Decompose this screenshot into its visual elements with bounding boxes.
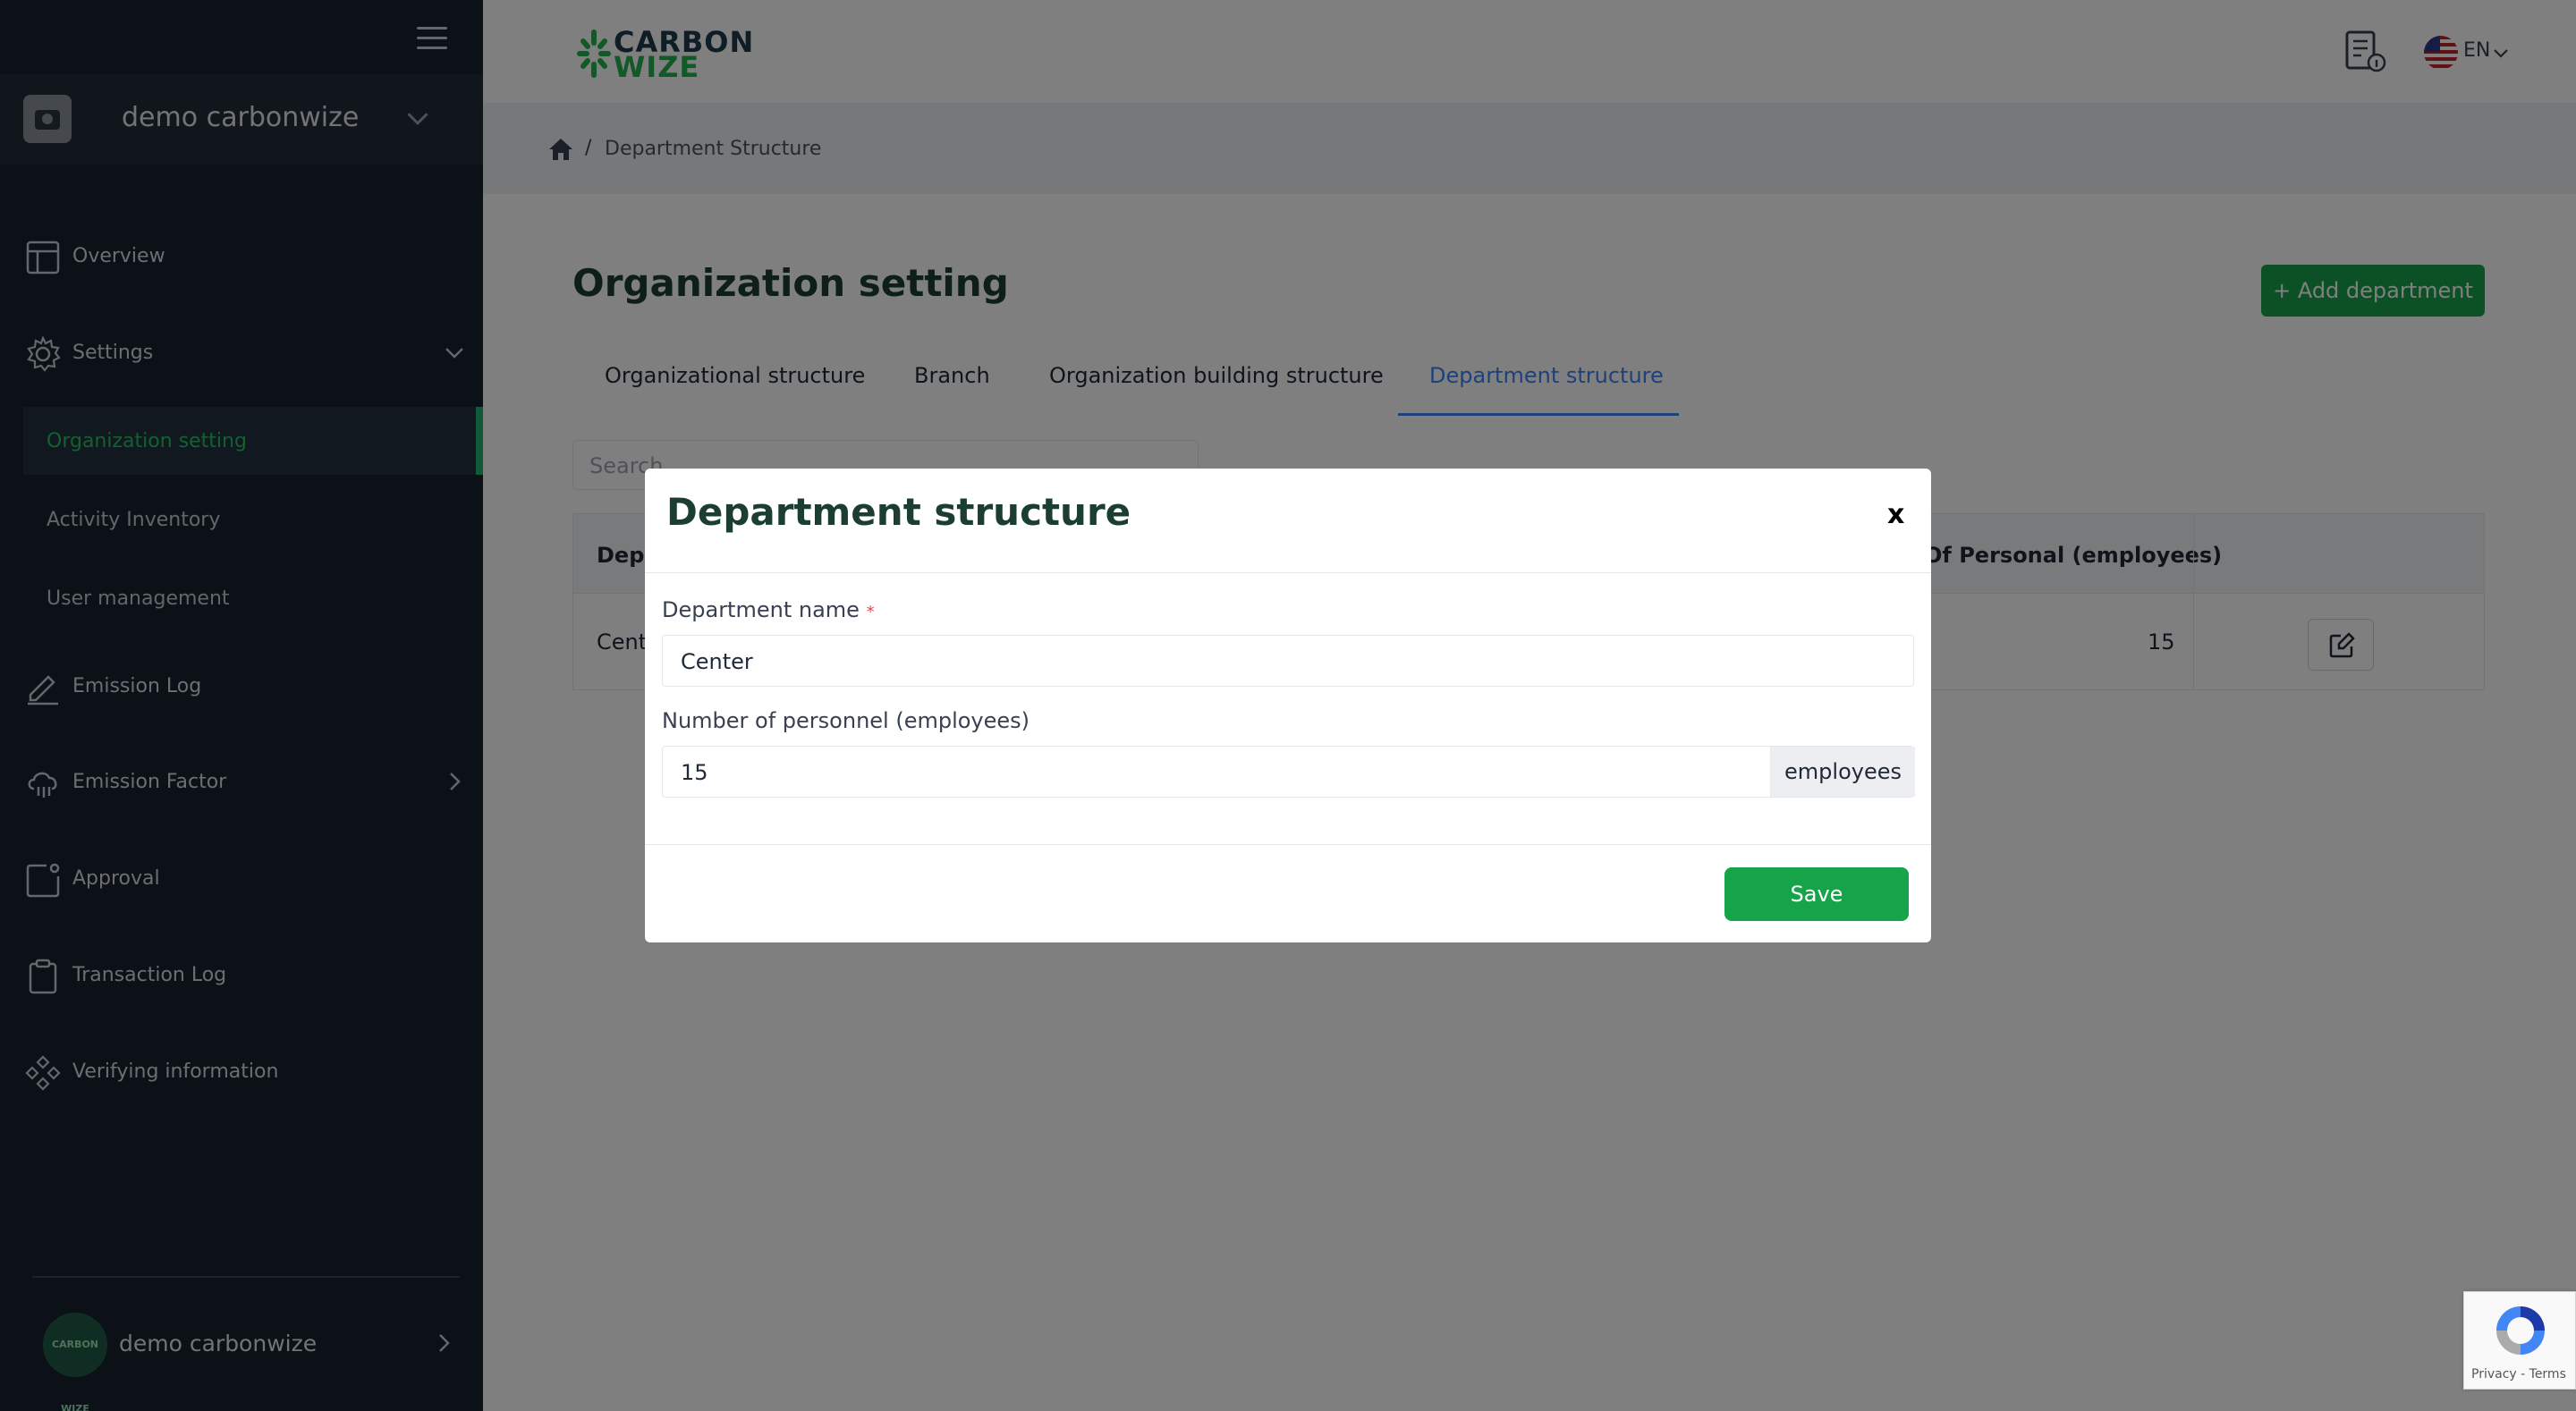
personnel-unit-addon: employees: [1770, 747, 1915, 797]
recaptcha-links[interactable]: Privacy - Terms: [2471, 1367, 2566, 1381]
department-name-field[interactable]: Center: [662, 635, 1914, 687]
personnel-label: Number of personnel (employees): [662, 708, 1030, 733]
department-name-label-text: Department name: [662, 597, 860, 622]
modal-divider: [645, 572, 1931, 573]
modal-footer-divider: [645, 844, 1931, 845]
personnel-field[interactable]: 15 employees: [662, 746, 1915, 798]
personnel-value: 15: [681, 760, 708, 785]
recaptcha-icon: [2496, 1306, 2545, 1355]
recaptcha-badge[interactable]: Privacy - Terms: [2463, 1291, 2576, 1390]
required-mark: *: [866, 603, 875, 621]
close-button[interactable]: x: [1887, 499, 1904, 530]
modal-title: Department structure: [666, 490, 1131, 534]
department-modal: Department structure x Department name *…: [645, 469, 1931, 942]
department-name-label: Department name *: [662, 597, 875, 622]
department-name-value: Center: [681, 649, 753, 674]
save-button[interactable]: Save: [1724, 867, 1909, 921]
